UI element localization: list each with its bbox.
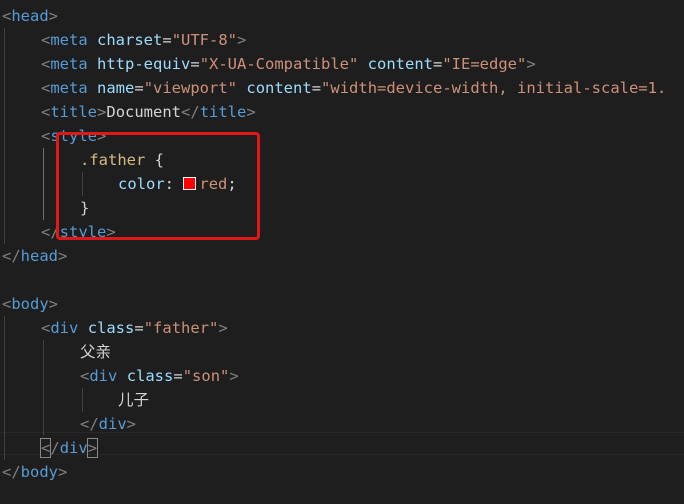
tag-bracket: > <box>229 367 239 385</box>
tag-bracket: > <box>58 463 68 481</box>
code-line-meta-viewport[interactable]: <meta name="viewport" content="width=dev… <box>41 76 666 100</box>
code-line-meta-http-equiv[interactable]: <meta http-equiv="X-UA-Compatible" conte… <box>41 52 536 76</box>
matched-bracket: < <box>39 438 52 458</box>
indent-guide-head <box>4 28 5 244</box>
attr-name: content <box>367 55 433 73</box>
tag-bracket: </ <box>80 415 99 433</box>
code-line-head-open[interactable]: <head> <box>2 4 58 28</box>
tag-bracket: < <box>41 103 51 121</box>
tag-bracket: < <box>2 7 12 25</box>
css-property: color <box>118 175 165 193</box>
attr-name: content <box>246 79 312 97</box>
code-line-body-close[interactable]: </body> <box>2 460 67 484</box>
indent-guide-css-rule <box>82 172 83 196</box>
tag-name: meta <box>50 31 88 49</box>
tag-name: div <box>59 439 88 457</box>
tag-bracket: > <box>106 223 116 241</box>
tag-bracket: > <box>48 295 59 313</box>
tag-bracket: > <box>526 55 536 73</box>
indent-guide-style <box>43 148 44 220</box>
css-selector: .father <box>80 151 146 169</box>
tag-name: div <box>98 415 127 433</box>
tag-bracket: < <box>41 127 51 145</box>
tag-bracket: > <box>237 31 247 49</box>
tag-bracket: > <box>48 7 59 25</box>
code-line-css-close[interactable]: } <box>80 196 89 220</box>
tag-name: body <box>20 463 58 481</box>
code-line-title[interactable]: <title>Document</title> <box>41 100 256 124</box>
code-line-div-father[interactable]: <div class="father"> <box>41 316 228 340</box>
attr-name: charset <box>97 31 163 49</box>
attr-value: "width=device-width, initial-scale=1. <box>321 79 667 97</box>
attr-name: name <box>97 79 135 97</box>
tag-name: meta <box>50 55 88 73</box>
tag-bracket: > <box>97 103 107 121</box>
tag-name: style <box>50 127 98 145</box>
code-line-css-selector[interactable]: .father { <box>80 148 164 172</box>
indent-guide-div-son <box>82 388 83 412</box>
attr-value: "X-UA-Compatible" <box>199 55 359 73</box>
tag-name: title <box>50 103 98 121</box>
tag-name: div <box>89 367 118 385</box>
tag-bracket: > <box>126 415 137 433</box>
code-line-text-son[interactable]: 儿子 <box>118 388 149 412</box>
tag-bracket: < <box>41 319 51 337</box>
tag-bracket: < <box>80 367 90 385</box>
css-brace: } <box>80 199 90 217</box>
tag-bracket: < <box>41 31 51 49</box>
css-value: red <box>199 175 228 193</box>
css-brace: { <box>154 151 165 169</box>
tag-bracket: < <box>41 79 51 97</box>
text-content: Document <box>106 103 182 121</box>
tag-bracket: </ <box>41 223 60 241</box>
tag-name: body <box>11 295 49 313</box>
code-line-div-son-close[interactable]: </div> <box>80 412 136 436</box>
tag-name: title <box>199 103 247 121</box>
code-line-style-open[interactable]: <style> <box>41 124 106 148</box>
tag-bracket: > <box>58 247 68 265</box>
tag-bracket: </ <box>181 103 200 121</box>
attr-name: class <box>126 367 174 385</box>
code-line-meta-charset[interactable]: <meta charset="UTF-8"> <box>41 28 246 52</box>
tag-name: head <box>20 247 58 265</box>
color-swatch-icon[interactable] <box>183 177 197 190</box>
attr-name: class <box>87 319 135 337</box>
tag-bracket: </ <box>2 247 21 265</box>
attr-name: http-equiv <box>97 55 191 73</box>
code-line-div-father-close[interactable]: </div> <box>39 436 99 460</box>
attr-value: "viewport" <box>143 79 238 97</box>
indent-guide-div-father <box>43 340 44 436</box>
matched-bracket: > <box>86 438 99 458</box>
attr-value: "son" <box>182 367 230 385</box>
tag-name: meta <box>50 79 88 97</box>
tag-bracket: / <box>50 439 60 457</box>
code-line-style-close[interactable]: </style> <box>41 220 116 244</box>
indent-guide-body <box>4 316 5 460</box>
code-line-body-open[interactable]: <body> <box>2 292 58 316</box>
text-content: 父亲 <box>80 343 112 361</box>
tag-bracket: < <box>2 295 12 313</box>
tag-bracket: < <box>41 55 51 73</box>
tag-name: style <box>59 223 107 241</box>
code-line-div-son[interactable]: <div class="son"> <box>80 364 239 388</box>
tag-name: head <box>11 7 49 25</box>
tag-bracket: > <box>218 319 228 337</box>
attr-value: "father" <box>143 319 219 337</box>
tag-bracket: > <box>246 103 256 121</box>
code-line-css-declaration[interactable]: color: red; <box>118 172 237 196</box>
code-line-text-father[interactable]: 父亲 <box>80 340 111 364</box>
tag-name: div <box>50 319 79 337</box>
text-content: 儿子 <box>118 391 150 409</box>
code-editor[interactable]: <head> <meta charset="UTF-8"> <meta http… <box>0 0 684 504</box>
tag-bracket: </ <box>2 463 21 481</box>
code-line-head-close[interactable]: </head> <box>2 244 67 268</box>
tag-bracket: > <box>97 127 107 145</box>
attr-value: "IE=edge" <box>442 55 527 73</box>
attr-value: "UTF-8" <box>171 31 238 49</box>
